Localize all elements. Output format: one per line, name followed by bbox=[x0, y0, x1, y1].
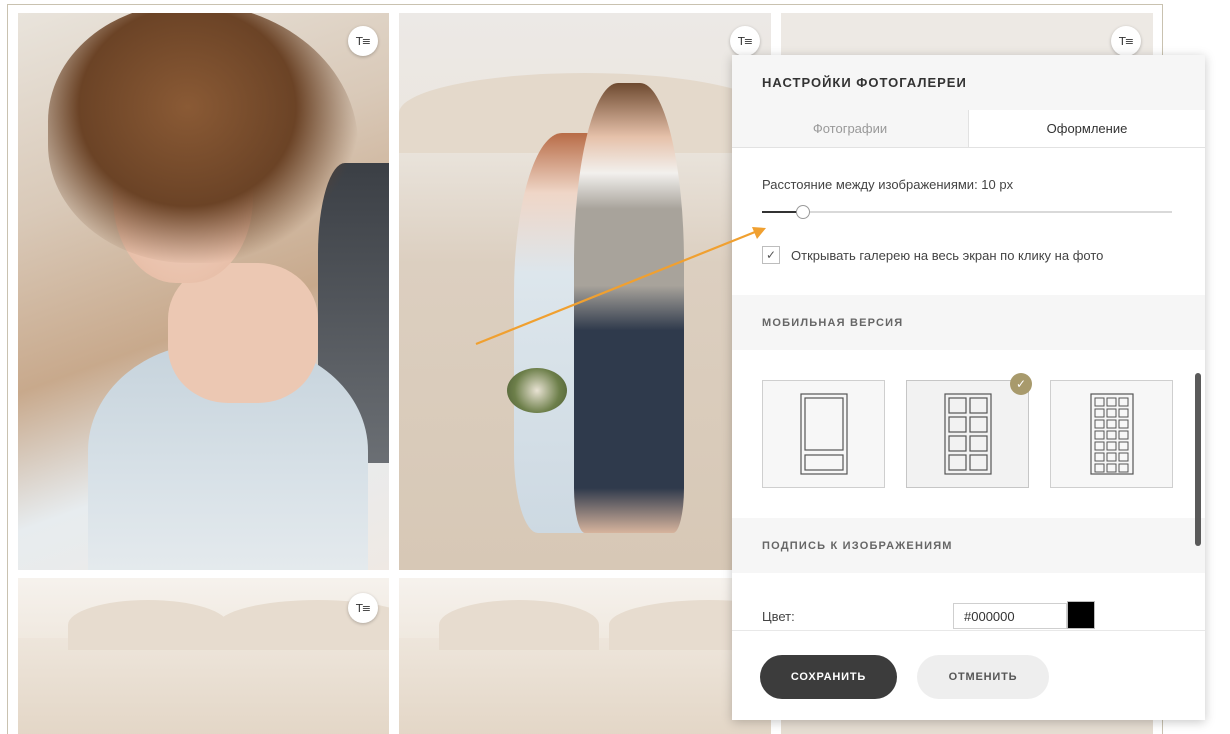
grid-cell bbox=[1094, 441, 1104, 451]
color-label: Цвет: bbox=[762, 609, 795, 624]
grid-cell bbox=[1118, 408, 1128, 418]
grid-cell bbox=[1118, 452, 1128, 462]
grid-cell bbox=[1106, 397, 1116, 407]
grid-cell bbox=[1106, 452, 1116, 462]
caption-text-icon[interactable]: T≡ bbox=[348, 593, 378, 623]
fullscreen-option[interactable]: ✓ Открывать галерею на весь экран по кли… bbox=[762, 246, 1175, 264]
panel-footer: СОХРАНИТЬ ОТМЕНИТЬ bbox=[732, 630, 1205, 720]
grid-cell bbox=[1118, 419, 1128, 429]
slider-handle[interactable] bbox=[796, 205, 810, 219]
grid-cell bbox=[1094, 463, 1104, 473]
one-column-layout-icon bbox=[799, 393, 848, 475]
mobile-version-heading: МОБИЛЬНАЯ ВЕРСИЯ bbox=[732, 295, 1205, 350]
gallery-photo-couple[interactable] bbox=[399, 13, 771, 570]
caption-heading: ПОДПИСЬ К ИЗОБРАЖЕНИЯМ bbox=[732, 518, 1205, 573]
three-columns-layout-icon bbox=[1089, 393, 1134, 475]
grid-cell bbox=[1094, 430, 1104, 440]
fullscreen-checkbox[interactable]: ✓ bbox=[762, 246, 780, 264]
grid-cell bbox=[1094, 397, 1104, 407]
layout-option-two-columns[interactable]: ✓ bbox=[906, 373, 1032, 488]
spacing-label: Расстояние между изображениями: 10 px bbox=[762, 177, 1014, 192]
two-columns-layout-icon bbox=[943, 393, 992, 475]
grid-cell bbox=[1106, 441, 1116, 451]
grid-cell bbox=[1106, 463, 1116, 473]
panel-tabs: Фотографии Оформление bbox=[732, 110, 1205, 148]
gallery-photo-dunes-2[interactable] bbox=[399, 578, 771, 734]
grid-cell bbox=[1118, 430, 1128, 440]
panel-scrollbar[interactable] bbox=[1195, 373, 1201, 546]
grid-cell bbox=[1106, 430, 1116, 440]
grid-cell bbox=[1118, 441, 1128, 451]
caption-text-icon[interactable]: T≡ bbox=[348, 26, 378, 56]
gallery-photo-portrait-woman[interactable] bbox=[18, 13, 389, 570]
grid-cell bbox=[1106, 408, 1116, 418]
grid-cell bbox=[1106, 419, 1116, 429]
caption-color-row: Цвет: bbox=[732, 573, 1205, 629]
layout-option-three-columns[interactable] bbox=[1050, 380, 1173, 488]
gallery-settings-panel: НАСТРОЙКИ ФОТОГАЛЕРЕИ Фотографии Оформле… bbox=[732, 55, 1205, 720]
caption-text-icon[interactable]: T≡ bbox=[1111, 26, 1141, 56]
caption-text-icon[interactable]: T≡ bbox=[730, 26, 760, 56]
layout-option-one-column[interactable] bbox=[762, 380, 885, 488]
grid-cell bbox=[1094, 419, 1104, 429]
grid-cell bbox=[1118, 463, 1128, 473]
check-icon: ✓ bbox=[765, 248, 777, 262]
selected-check-icon: ✓ bbox=[1010, 373, 1032, 395]
grid-cell bbox=[1094, 408, 1104, 418]
gallery-photo-dunes-1[interactable] bbox=[18, 578, 389, 734]
panel-title: НАСТРОЙКИ ФОТОГАЛЕРЕИ bbox=[732, 55, 1205, 110]
color-hex-input[interactable] bbox=[953, 603, 1067, 629]
spacing-slider[interactable] bbox=[762, 205, 1172, 219]
tab-design[interactable]: Оформление bbox=[969, 110, 1205, 147]
save-button[interactable]: СОХРАНИТЬ bbox=[760, 655, 897, 699]
grid-cell bbox=[1094, 452, 1104, 462]
color-swatch[interactable] bbox=[1067, 601, 1095, 629]
tab-photos[interactable]: Фотографии bbox=[732, 110, 969, 147]
cancel-button[interactable]: ОТМЕНИТЬ bbox=[917, 655, 1049, 699]
slider-track[interactable] bbox=[762, 211, 1172, 213]
mobile-layout-options: ✓ bbox=[732, 350, 1205, 518]
grid-cell bbox=[1118, 397, 1128, 407]
fullscreen-label: Открывать галерею на весь экран по клику… bbox=[791, 247, 1104, 263]
